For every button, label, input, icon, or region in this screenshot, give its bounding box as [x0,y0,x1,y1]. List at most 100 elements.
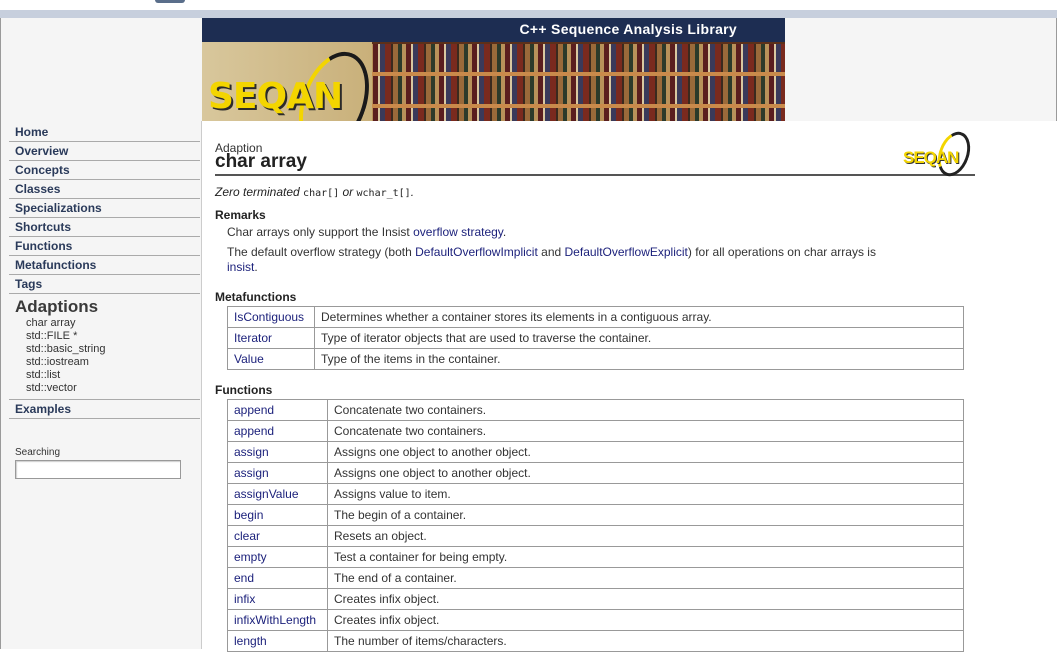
adaption-item[interactable]: std::FILE * [9,330,200,343]
table-row: append Concatenate two containers. [227,399,964,421]
function-description: The number of items/characters. [327,630,964,652]
sidebar-section-adaptions[interactable]: Adaptions [9,294,200,317]
function-description: Type of iterator objects that are used t… [314,327,964,349]
sidebar-item-metafunctions[interactable]: Metafunctions [9,256,200,275]
table-row: length The number of items/characters. [227,630,964,652]
function-description: The begin of a container. [327,504,964,526]
function-name-link[interactable]: begin [227,504,328,526]
remarks-line-2: The default overflow strategy (both Defa… [227,245,947,275]
sidebar-item-overview[interactable]: Overview [9,142,200,161]
seqan-logo[interactable]: SEQAN [202,42,382,121]
function-description: Assigns value to item. [327,483,964,505]
function-name-link[interactable]: append [227,420,328,442]
summary-text: or [339,185,357,199]
function-name-link[interactable]: infixWithLength [227,609,328,631]
remarks-text: and [537,245,565,259]
functions-heading: Functions [215,383,273,397]
remarks-heading: Remarks [215,208,266,222]
table-row: IsContiguous Determines whether a contain… [227,306,964,328]
remarks-text: . [502,225,507,239]
adaption-item[interactable]: std::iostream [9,356,200,369]
function-description: Test a container for being empty. [327,546,964,568]
table-row: end The end of a container. [227,567,964,589]
insist-link[interactable]: insist [227,260,254,274]
sidebar-nav: Home Overview Concepts Classes Specializatio… [9,123,200,294]
main-content: Adaption char array SEQAN Zero terminate… [201,121,1057,652]
adaption-item[interactable]: char array [9,317,200,330]
function-name-link[interactable]: append [227,399,328,421]
function-name-link[interactable]: assignValue [227,483,328,505]
sidebar-item-shortcuts[interactable]: Shortcuts [9,218,200,237]
title-divider [215,174,975,176]
sidebar-item-specializations[interactable]: Specializations [9,199,200,218]
table-row: Value Type of the items in the container. [227,348,964,370]
function-description: Concatenate two containers. [327,420,964,442]
sidebar-item-classes[interactable]: Classes [9,180,200,199]
table-row: clear Resets an object. [227,525,964,547]
summary-code: char[] [303,188,340,199]
function-description: Resets an object. [327,525,964,547]
functions-table: append Concatenate two containers. append C… [227,399,964,652]
summary-text: Zero terminated [215,185,304,199]
function-name-link[interactable]: clear [227,525,328,547]
function-name-link[interactable]: empty [227,546,328,568]
sidebar-item-examples[interactable]: Examples [9,399,200,419]
metafunctions-heading: Metafunctions [215,290,297,304]
search-input[interactable] [15,460,181,479]
default-overflow-explicit-link[interactable]: DefaultOverflowExplicit [565,245,688,259]
sidebar-item-functions[interactable]: Functions [9,237,200,256]
remarks-text: The default overflow strategy (both [227,245,416,259]
banner-title: C++ Sequence Analysis Library [202,18,785,42]
table-row: assignValue Assigns value to item. [227,483,964,505]
default-overflow-implicit-link[interactable]: DefaultOverflowImplicit [415,245,538,259]
function-name-link[interactable]: infix [227,588,328,610]
book-row [352,44,785,72]
function-name-link[interactable]: Iterator [227,327,315,349]
book-row [352,108,785,121]
adaption-item[interactable]: std::vector [9,382,200,395]
search-label: Searching [15,447,61,458]
remarks-text: Char arrays only support the Insist [227,225,414,239]
function-name-link[interactable]: assign [227,462,328,484]
adaptions-list: char array std::FILE * std::basic_string st… [9,317,200,395]
book-row [352,76,785,104]
overflow-strategy-link[interactable]: overflow strategy [413,225,503,239]
adaption-item[interactable]: std::basic_string [9,343,200,356]
toolbar-edge [0,10,1057,18]
table-row: append Concatenate two containers. [227,420,964,442]
logo-text: SEQAN [208,76,343,117]
table-row: assign Assigns one object to another obje… [227,441,964,463]
function-description: Creates infix object. [327,609,964,631]
sidebar-item-home[interactable]: Home [9,123,200,142]
function-description: Type of the items in the container. [314,348,964,370]
window-tab-notch [155,0,185,3]
metafunctions-table: IsContiguous Determines whether a contain… [227,306,964,370]
table-row: infixWithLength Creates infix object. [227,609,964,631]
table-row: infix Creates infix object. [227,588,964,610]
sidebar-item-concepts[interactable]: Concepts [9,161,200,180]
page-frame: C++ Sequence Analysis Library SEQAN Home… [0,18,1057,652]
page-summary: Zero terminated char[] or wchar_t[]. [215,185,414,199]
remarks-line-1: Char arrays only support the Insist over… [227,225,947,240]
window-top-strip [0,0,1057,18]
function-name-link[interactable]: IsContiguous [227,306,315,328]
function-description: Determines whether a container stores it… [314,306,964,328]
table-row: begin The begin of a container. [227,504,964,526]
function-description: Creates infix object. [327,588,964,610]
page-title: char array [215,151,307,172]
table-row: assign Assigns one object to another obje… [227,462,964,484]
function-name-link[interactable]: length [227,630,328,652]
mini-logo-text: SEQAN [903,148,959,167]
function-name-link[interactable]: end [227,567,328,589]
summary-code: wchar_t[] [356,188,411,199]
remarks-text: ) for all operations on char arrays is [687,245,876,259]
function-description: The end of a container. [327,567,964,589]
function-name-link[interactable]: assign [227,441,328,463]
site-banner: C++ Sequence Analysis Library SEQAN [202,18,785,121]
remarks-text: . [254,260,258,274]
sidebar-item-tags[interactable]: Tags [9,275,200,294]
function-name-link[interactable]: Value [227,348,315,370]
adaption-item[interactable]: std::list [9,369,200,382]
table-row: empty Test a container for being empty. [227,546,964,568]
seqan-mini-logo: SEQAN [903,127,976,181]
